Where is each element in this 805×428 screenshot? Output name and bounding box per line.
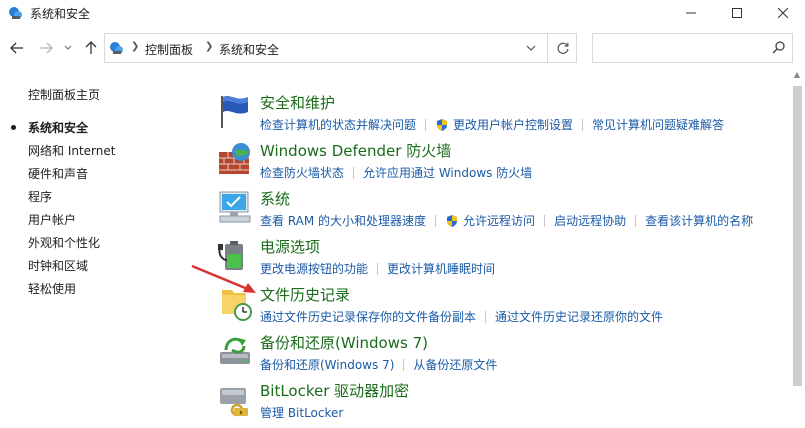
arrow-right-icon [40,42,53,54]
link-ram-processor[interactable]: 查看 RAM 的大小和处理器速度 [260,212,426,229]
category-links: 检查计算机的状态并解决问题 更改用户帐户控制设置 常见计算机问题疑难解答 [260,116,724,133]
category-links: 查看 RAM 的大小和处理器速度 允许远程访问 启动远程协助 查看该计算机的名称 [260,212,753,229]
search-box[interactable] [592,33,793,63]
chevron-down-icon [64,45,72,50]
minimize-icon [686,12,696,14]
category-title[interactable]: BitLocker 驱动器加密 [260,380,409,401]
category-title[interactable]: 安全和维护 [260,92,335,113]
address-divider [547,34,548,62]
category-title[interactable]: 备份和还原(Windows 7) [260,332,428,353]
backup-restore-icon [220,337,250,364]
breadcrumb-separator-icon[interactable]: ❯ [131,41,139,52]
window-title: 系统和安全 [30,7,91,21]
category-title[interactable]: 文件历史记录 [260,284,350,305]
arrow-left-icon [10,42,23,54]
maximize-button[interactable] [714,0,760,26]
link-divider [544,214,546,227]
bitlocker-icon [220,388,248,417]
category-title[interactable]: Windows Defender 防火墙 [260,140,451,161]
link-divider [582,118,584,131]
link-backup-restore-win7[interactable]: 备份和还原(Windows 7) [260,356,394,373]
link-divider [635,214,637,227]
sidebar-item-system-security[interactable]: 系统和安全 [28,119,88,136]
minimize-button[interactable] [668,0,714,26]
link-power-button[interactable]: 更改电源按钮的功能 [260,260,368,277]
uac-shield-icon [437,118,448,131]
title-bar: 系统和安全 [0,0,805,26]
sidebar-item-ease-of-access[interactable]: 轻松使用 [28,280,76,297]
back-button[interactable] [8,38,26,58]
control-panel-icon [9,7,22,19]
sidebar-item-appearance[interactable]: 外观和个性化 [28,234,100,251]
category-file-history: 文件历史记录 通过文件历史记录保存你的文件备份副本 通过文件历史记录还原你的文件 [216,284,796,330]
maximize-icon [732,8,742,18]
up-button[interactable] [82,38,100,58]
sidebar-item-control-panel-home[interactable]: 控制面板主页 [28,86,100,103]
address-dropdown-button[interactable] [523,40,539,56]
link-remote-assistance[interactable]: 启动远程协助 [554,212,626,229]
link-divider [485,310,487,323]
close-button[interactable] [760,0,805,26]
close-icon [778,8,788,18]
link-sleep-time[interactable]: 更改计算机睡眠时间 [387,260,495,277]
category-links: 管理 BitLocker [260,404,343,421]
link-divider [353,166,355,179]
sidebar-item-hardware-sound[interactable]: 硬件和声音 [28,165,88,182]
vertical-scrollbar[interactable]: ▲ [790,68,805,428]
link-manage-bitlocker[interactable]: 管理 BitLocker [260,404,343,421]
link-divider [425,118,427,131]
recent-locations-button[interactable] [62,38,74,58]
category-power-options: 电源选项 更改电源按钮的功能 更改计算机睡眠时间 [216,236,796,282]
category-security-maintenance: 安全和维护 检查计算机的状态并解决问题 更改用户帐户控制设置 常见计算机问题疑难… [216,92,796,138]
annotation-arrow-icon [191,264,256,293]
refresh-icon [557,42,569,54]
scroll-up-icon[interactable]: ▲ [792,70,802,80]
category-links: 备份和还原(Windows 7) 从备份还原文件 [260,356,497,373]
address-bar[interactable]: ❯ 控制面板 ❯ 系统和安全 [104,33,577,63]
link-troubleshoot[interactable]: 常见计算机问题疑难解答 [592,116,724,133]
category-bitlocker: BitLocker 驱动器加密 管理 BitLocker [216,380,796,426]
link-allow-app-firewall[interactable]: 允许应用通过 Windows 防火墙 [363,164,532,181]
sidebar-item-clock-region[interactable]: 时钟和区域 [28,257,88,274]
link-divider [403,358,405,371]
category-backup-restore: 备份和还原(Windows 7) 备份和还原(Windows 7) 从备份还原文… [216,332,796,378]
link-divider [435,214,437,227]
link-divider [377,262,379,275]
category-links: 检查防火墙状态 允许应用通过 Windows 防火墙 [260,164,532,181]
category-links: 通过文件历史记录保存你的文件备份副本 通过文件历史记录还原你的文件 [260,308,663,325]
category-title[interactable]: 电源选项 [260,236,320,257]
navigation-bar: ❯ 控制面板 ❯ 系统和安全 [0,30,805,66]
arrow-up-icon [85,41,97,54]
refresh-button[interactable] [555,40,571,56]
sidebar-item-network-internet[interactable]: 网络和 Internet [28,142,115,159]
category-links: 更改电源按钮的功能 更改计算机睡眠时间 [260,260,495,277]
sidebar-item-user-accounts[interactable]: 用户帐户 [28,211,76,228]
search-input[interactable] [593,34,769,62]
system-monitor-icon [219,191,251,223]
breadcrumb-control-panel[interactable]: 控制面板 [145,41,193,58]
link-uac-settings[interactable]: 更改用户帐户控制设置 [453,116,573,133]
breadcrumb-separator-icon[interactable]: ❯ [205,41,213,52]
link-remote-access[interactable]: 允许远程访问 [463,212,535,229]
category-firewall: Windows Defender 防火墙 检查防火墙状态 允许应用通过 Wind… [216,140,796,186]
selected-bullet-icon [11,125,16,130]
link-firewall-status[interactable]: 检查防火墙状态 [260,164,344,181]
breadcrumb-system-security[interactable]: 系统和安全 [219,41,279,58]
chevron-down-icon [526,45,536,51]
scrollbar-thumb[interactable] [793,86,802,386]
sidebar-item-programs[interactable]: 程序 [28,188,52,205]
link-computer-name[interactable]: 查看该计算机的名称 [645,212,753,229]
uac-shield-icon [447,214,458,227]
link-file-history-restore[interactable]: 通过文件历史记录还原你的文件 [495,308,663,325]
firewall-icon [219,143,250,174]
forward-button[interactable] [37,38,55,58]
security-flag-icon [221,95,248,128]
link-restore-from-backup[interactable]: 从备份还原文件 [413,356,497,373]
search-icon[interactable] [771,40,787,56]
category-system: 系统 查看 RAM 的大小和处理器速度 允许远程访问 启动远程协助 查看该计算机… [216,188,796,234]
link-file-history-backup[interactable]: 通过文件历史记录保存你的文件备份副本 [260,308,476,325]
control-panel-icon [110,42,123,54]
category-title[interactable]: 系统 [260,188,290,209]
link-check-status[interactable]: 检查计算机的状态并解决问题 [260,116,416,133]
